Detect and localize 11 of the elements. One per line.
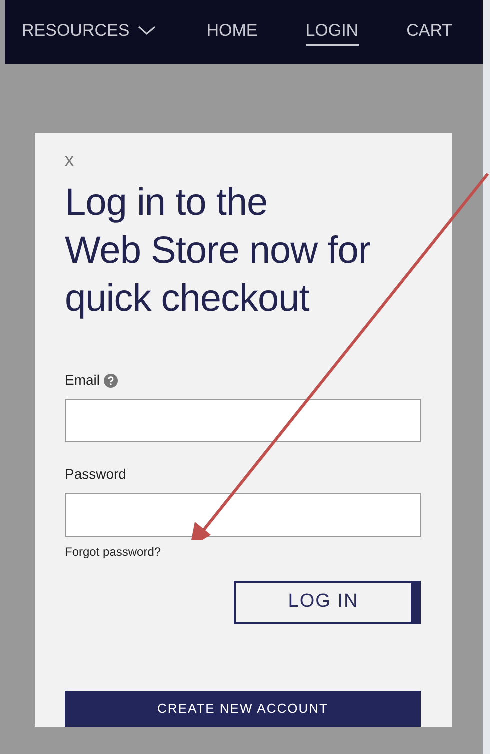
field-label: Password: [65, 465, 126, 484]
nav-link[interactable]: HOME: [206, 18, 258, 46]
nav-link[interactable]: LOGIN: [306, 18, 359, 46]
dialog-title: Log in to the Web Store now for quick checkout: [65, 181, 372, 322]
resources-menu[interactable]: RESOURCES: [22, 18, 156, 46]
create-account-button[interactable]: CREATE NEW ACCOUNT: [65, 691, 421, 727]
nav-link[interactable]: CART: [406, 18, 453, 46]
field-label: Email: [65, 371, 100, 390]
forgot-password-link[interactable]: Forgot password?: [65, 542, 162, 561]
login-button[interactable]: LOG IN: [234, 580, 421, 624]
close-button[interactable]: x: [65, 151, 74, 169]
